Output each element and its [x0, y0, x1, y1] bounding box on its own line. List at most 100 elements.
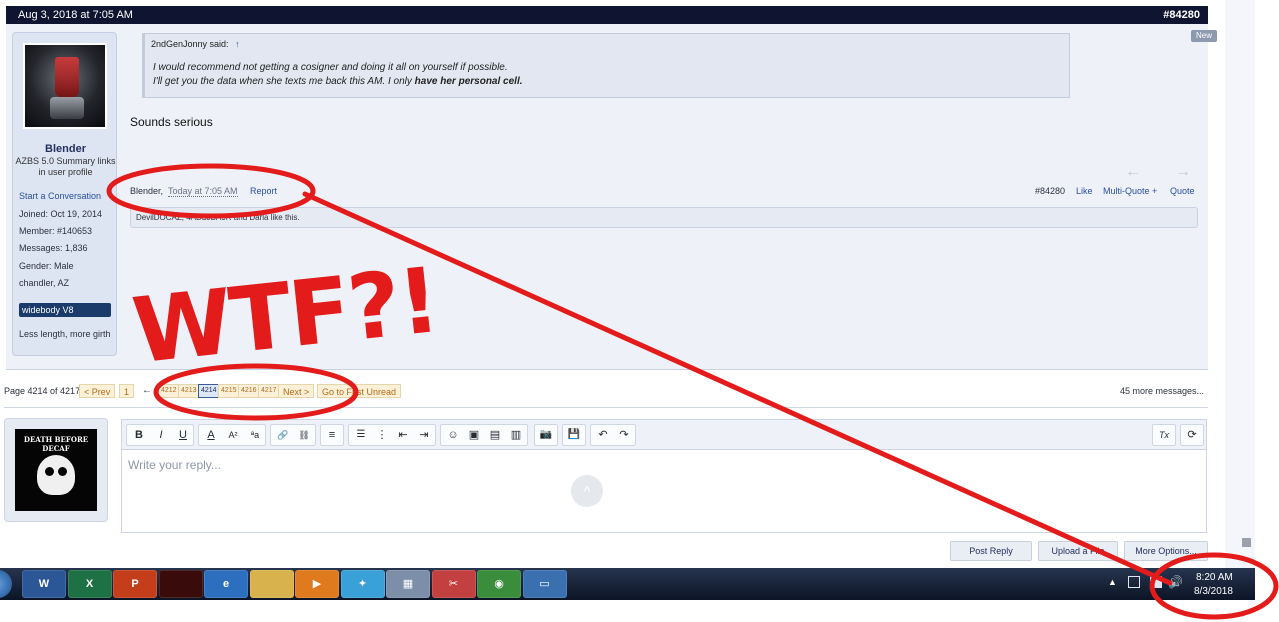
start-conversation-link[interactable]: Start a Conversation	[19, 191, 101, 201]
taskbar-file-explorer-icon[interactable]	[249, 570, 294, 598]
link-icon[interactable]: 🔗	[274, 427, 292, 443]
quote-block: 2ndGenJonny said: ↑ I would recommend no…	[142, 33, 1070, 98]
like-link[interactable]: Like	[1076, 186, 1093, 196]
toolbar-group-align: ≡	[320, 424, 344, 446]
toolbar-group-insert: ☺ ▣ ▤ ▥	[440, 424, 528, 446]
page-link[interactable]: 4215	[218, 384, 240, 398]
more-messages-link[interactable]: 45 more messages...	[1120, 386, 1204, 396]
align-left-icon[interactable]: ≡	[323, 427, 341, 443]
save-draft-icon[interactable]: 💾	[565, 427, 583, 443]
font-size-button[interactable]: A²	[224, 427, 242, 443]
quote-jump-icon[interactable]: ↑	[235, 39, 240, 49]
bold-button[interactable]: B	[130, 427, 148, 443]
username[interactable]: Blender	[13, 143, 118, 155]
clock-date[interactable]: 8/3/2018	[1194, 586, 1233, 597]
taskbar-powerpoint-icon[interactable]: P	[113, 570, 157, 598]
skull-eye	[58, 467, 67, 476]
image-icon[interactable]: ▣	[465, 427, 483, 443]
reply-actions: Post Reply Upload a File More Options...	[950, 541, 1210, 561]
gender: Gender: Male	[19, 261, 74, 271]
toolbar-group-font: A A² ªa	[198, 424, 266, 446]
quote-text: I'll get you the data when she texts me …	[153, 76, 415, 87]
windows-taskbar: W X Pe ▶ ✦ ▦ ✂ ◉ ▭ ▲ 🔊 8:20 AM 8/3/2018	[0, 568, 1255, 600]
footer-timestamp[interactable]: Today at 7:05 AM	[168, 186, 238, 197]
indent-icon[interactable]: ⇥	[415, 427, 433, 443]
camera-icon[interactable]: 📷	[537, 427, 555, 443]
vertical-scrollbar[interactable]	[1230, 0, 1255, 568]
remove-format-icon[interactable]: Tx	[1155, 427, 1173, 443]
scrollbar-thumb[interactable]	[1242, 538, 1251, 547]
post-permalink[interactable]: #84280	[1163, 9, 1200, 21]
taskbar-network-icon[interactable]: ✦	[340, 570, 385, 598]
bullet-list-icon[interactable]: ☰	[352, 427, 370, 443]
taskbar-excel-icon[interactable]: X	[67, 570, 112, 598]
show-hidden-icons-icon[interactable]: ▲	[1108, 577, 1117, 587]
font-color-button[interactable]: A	[202, 427, 220, 443]
my-avatar[interactable]: DEATH BEFORE DECAF	[15, 429, 97, 511]
toolbar-group-link: 🔗 ⛓	[270, 424, 316, 446]
toolbar-group-lists: ☰ ⋮ ⇤ ⇥	[348, 424, 436, 446]
quote-author: 2ndGenJonny said: ↑	[151, 39, 240, 49]
start-button-icon[interactable]	[0, 570, 12, 598]
page-link-first[interactable]: 1	[119, 384, 135, 398]
action-center-icon[interactable]	[1128, 576, 1140, 588]
next-page-button[interactable]: Next >	[278, 384, 315, 398]
blender-jar-image	[55, 57, 79, 97]
outdent-icon[interactable]: ⇤	[394, 427, 412, 443]
preview-icon[interactable]: ⟳	[1183, 427, 1201, 443]
next-post-arrow-icon[interactable]: →	[1175, 163, 1191, 181]
page-link[interactable]: 4216	[238, 384, 260, 398]
taskbar-media-player-icon[interactable]: ▶	[295, 570, 339, 598]
scroll-to-top-icon[interactable]: ^	[571, 475, 603, 507]
prev-page-button[interactable]: < Prev	[79, 384, 116, 398]
page-link[interactable]: 4213	[178, 384, 200, 398]
taskbar-game-icon[interactable]	[158, 570, 203, 598]
page-link[interactable]: 4212	[158, 384, 180, 398]
upload-file-button[interactable]: Upload a File	[1038, 541, 1118, 561]
volume-icon[interactable]: 🔊	[1168, 575, 1183, 589]
user-avatar[interactable]	[23, 43, 107, 129]
network-icon[interactable]	[1150, 576, 1162, 588]
quote-bold-text: have her personal cell.	[414, 76, 523, 87]
taskbar-calculator-icon[interactable]: ▦	[386, 570, 430, 598]
member-number: Member: #140653	[19, 226, 93, 236]
footer-post-number[interactable]: #84280	[1035, 186, 1065, 196]
italic-button[interactable]: I	[152, 427, 170, 443]
clock-time[interactable]: 8:20 AM	[1196, 572, 1233, 583]
smilie-icon[interactable]: ☺	[444, 427, 462, 443]
taskbar-chrome-icon[interactable]: ◉	[477, 570, 521, 598]
page-link[interactable]: 4217	[258, 384, 280, 398]
screenshot: Aug 3, 2018 at 7:05 AM #84280 Blender AZ…	[0, 0, 1279, 622]
message-count: Messages: 1,836	[19, 243, 88, 253]
toolbar-group-text-style: B I U	[126, 424, 194, 446]
page-jump-arrow-icon[interactable]: ←	[142, 385, 152, 396]
undo-icon[interactable]: ↶	[594, 427, 612, 443]
taskbar-snipping-tool-icon[interactable]: ✂	[431, 570, 476, 598]
underline-button[interactable]: U	[174, 427, 192, 443]
toolbar-group-camera: 📷	[534, 424, 558, 446]
more-options-button[interactable]: More Options...	[1124, 541, 1208, 561]
likes-summary: DevilDOCAZ, 4ABSJBA9R and Darla like thi…	[130, 207, 1198, 228]
quote-link[interactable]: Quote	[1170, 186, 1195, 196]
report-link[interactable]: Report	[250, 186, 277, 196]
numbered-list-icon[interactable]: ⋮	[373, 427, 391, 443]
reply-editor: B I U A A² ªa 🔗 ⛓ ≡ ☰ ⋮ ⇤ ⇥ ☺ ▣ ▤ ▥ 📷 💾 …	[121, 419, 1207, 533]
toolbar-group-save: 💾	[562, 424, 586, 446]
post-reply-button[interactable]: Post Reply	[950, 541, 1032, 561]
unlink-icon[interactable]: ⛓	[295, 427, 313, 443]
font-family-button[interactable]: ªa	[246, 427, 264, 443]
reply-textarea[interactable]: Write your reply...	[128, 458, 221, 472]
footer-author[interactable]: Blender,	[130, 186, 163, 196]
taskbar-photo-viewer-icon[interactable]: ▭	[522, 570, 567, 598]
previous-post-arrow-icon[interactable]: ←	[1125, 163, 1141, 181]
taskbar-word-icon[interactable]: W	[22, 570, 66, 598]
first-unread-button[interactable]: Go to First Unread	[317, 384, 402, 398]
redo-icon[interactable]: ↷	[615, 427, 633, 443]
taskbar-internet-explorer-icon[interactable]: e	[204, 570, 248, 598]
insert-quote-icon[interactable]: ▥	[507, 427, 525, 443]
multi-quote-link[interactable]: Multi-Quote +	[1103, 186, 1157, 196]
page-link-current[interactable]: 4214	[198, 384, 220, 398]
media-icon[interactable]: ▤	[486, 427, 504, 443]
post-header-bar: Aug 3, 2018 at 7:05 AM #84280	[6, 6, 1208, 24]
new-badge: New	[1191, 30, 1217, 42]
